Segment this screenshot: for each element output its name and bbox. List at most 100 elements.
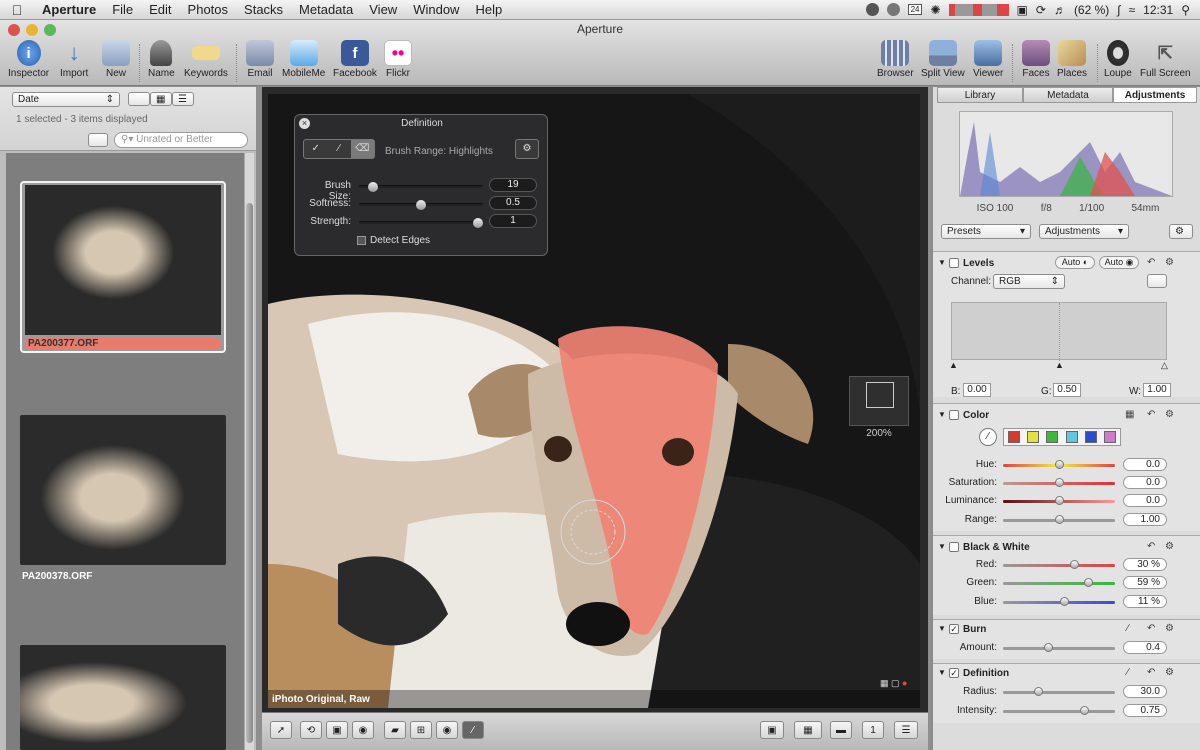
- slider-knob[interactable]: [1054, 496, 1064, 505]
- red-field[interactable]: 30 %: [1123, 558, 1167, 571]
- red-slider[interactable]: [1003, 560, 1115, 569]
- saturation-slider[interactable]: [1003, 478, 1115, 487]
- filmstrip-view-button[interactable]: [128, 92, 150, 106]
- slider-knob[interactable]: [1044, 643, 1054, 652]
- reset-icon[interactable]: ↶: [1147, 409, 1155, 420]
- menu-stacks[interactable]: Stacks: [236, 2, 291, 17]
- saturation-field[interactable]: 0.0: [1123, 476, 1167, 489]
- luminance-field[interactable]: 0.0: [1123, 494, 1167, 507]
- thumbnail-selected[interactable]: PA200377.ORF: [20, 181, 226, 353]
- green-field[interactable]: 59 %: [1123, 576, 1167, 589]
- facebook-button[interactable]: f Facebook: [333, 40, 377, 79]
- faces-button[interactable]: Faces: [1022, 40, 1050, 79]
- red-eye-icon[interactable]: ◉: [436, 721, 458, 739]
- reset-icon[interactable]: ↶: [1147, 541, 1155, 552]
- viewer-button[interactable]: Viewer: [973, 40, 1003, 79]
- stamp-icon[interactable]: ▣: [326, 721, 348, 739]
- selection-arrow-icon[interactable]: ➚: [270, 721, 292, 739]
- white-point-handle[interactable]: △: [1161, 360, 1168, 371]
- levels-checkbox[interactable]: [949, 258, 959, 268]
- search-input[interactable]: ⚲▾ Unrated or Better: [114, 132, 248, 148]
- name-button[interactable]: Name: [148, 40, 175, 79]
- intensity-slider[interactable]: [1003, 706, 1115, 715]
- color-checkbox[interactable]: [949, 410, 959, 420]
- rotate-icon[interactable]: ⟲: [300, 721, 322, 739]
- thumbnail[interactable]: [20, 415, 226, 565]
- strength-field[interactable]: 1: [489, 214, 537, 228]
- scrollbar[interactable]: [244, 153, 254, 750]
- blue-slider[interactable]: [1003, 597, 1115, 606]
- menu-app-name[interactable]: Aperture: [34, 2, 104, 17]
- menu-view[interactable]: View: [361, 2, 405, 17]
- burn-checkbox[interactable]: ✓: [949, 624, 959, 634]
- browser-button[interactable]: Browser: [877, 40, 914, 79]
- list-view-icon[interactable]: ☰: [172, 92, 194, 106]
- disclosure-triangle-icon[interactable]: ▼: [938, 542, 946, 551]
- mobileme-button[interactable]: MobileMe: [282, 40, 325, 79]
- auto-levels-luminance-button[interactable]: Auto ◐: [1055, 256, 1095, 269]
- clock[interactable]: 12:31: [1143, 3, 1173, 17]
- green-swatch[interactable]: [1046, 431, 1059, 443]
- brush-size-field[interactable]: 19: [489, 178, 537, 192]
- gear-icon[interactable]: ⚙: [1165, 623, 1174, 634]
- filmstrip-toggle-icon[interactable]: ☰: [894, 721, 918, 739]
- apple-menu-icon[interactable]: : [0, 2, 34, 18]
- strength-slider[interactable]: [359, 218, 483, 228]
- spotlight-search-icon[interactable]: ⚲: [1181, 3, 1190, 17]
- intensity-field[interactable]: 0.75: [1123, 704, 1167, 717]
- menu-metadata[interactable]: Metadata: [291, 2, 361, 17]
- brush-icon[interactable]: ✓: [304, 140, 327, 158]
- menu-edit[interactable]: Edit: [141, 2, 179, 17]
- slider-knob[interactable]: [473, 218, 483, 228]
- flickr-button[interactable]: •• Flickr: [384, 40, 412, 79]
- gear-icon[interactable]: ⚙: [1165, 541, 1174, 552]
- eyedropper-icon[interactable]: ∕: [979, 428, 997, 446]
- cyan-swatch[interactable]: [1065, 431, 1078, 443]
- email-button[interactable]: Email: [246, 40, 274, 79]
- inspector-panel-icon[interactable]: ▣: [760, 721, 784, 739]
- w-field[interactable]: 1.00: [1143, 383, 1171, 397]
- luminance-slider[interactable]: [1003, 496, 1115, 505]
- grid-view-icon[interactable]: ▦: [150, 92, 172, 106]
- gear-icon[interactable]: ⚙: [1169, 224, 1193, 239]
- amount-field[interactable]: 0.4: [1123, 641, 1167, 654]
- brush-icon[interactable]: ∕: [1127, 623, 1129, 634]
- split-view-button[interactable]: Split View: [921, 40, 965, 79]
- menu-file[interactable]: File: [104, 2, 141, 17]
- slider-knob[interactable]: [1054, 478, 1064, 487]
- feather-brush-icon[interactable]: ∕: [327, 140, 350, 158]
- full-screen-button[interactable]: ⇱ Full Screen: [1140, 40, 1191, 80]
- black-white-checkbox[interactable]: [949, 542, 959, 552]
- gear-icon[interactable]: ⚙: [1165, 409, 1174, 420]
- disclosure-triangle-icon[interactable]: ▼: [938, 624, 946, 633]
- b-field[interactable]: 0.00: [963, 383, 991, 397]
- grid-icon[interactable]: ▦: [1125, 409, 1134, 420]
- new-button[interactable]: New: [102, 40, 130, 79]
- disclosure-triangle-icon[interactable]: ▼: [938, 258, 946, 267]
- menu-window[interactable]: Window: [405, 2, 467, 17]
- amount-slider[interactable]: [1003, 643, 1115, 652]
- menu-help[interactable]: Help: [467, 2, 510, 17]
- reset-icon[interactable]: ↶: [1147, 623, 1155, 634]
- one-up-icon[interactable]: 1: [862, 721, 884, 739]
- crop-icon[interactable]: ⊞: [410, 721, 432, 739]
- wifi-icon[interactable]: ≈: [1129, 3, 1136, 17]
- volume-icon[interactable]: ♬: [1054, 3, 1066, 17]
- slider-knob[interactable]: [1084, 578, 1094, 587]
- zoom-navigator[interactable]: [849, 376, 909, 426]
- inspector-button[interactable]: i Inspector: [8, 40, 49, 79]
- tab-library[interactable]: Library: [937, 87, 1023, 103]
- slider-knob[interactable]: [1054, 515, 1064, 524]
- brush-range-label[interactable]: Brush Range: Highlights: [385, 146, 493, 157]
- blue-field[interactable]: 11 %: [1123, 595, 1167, 608]
- softness-field[interactable]: 0.5: [489, 196, 537, 210]
- blue-swatch[interactable]: [1084, 431, 1097, 443]
- thumbnail[interactable]: [20, 645, 226, 750]
- reset-icon[interactable]: ↶: [1147, 667, 1155, 678]
- red-swatch[interactable]: [1007, 431, 1020, 443]
- calendar-icon[interactable]: 24: [907, 4, 923, 15]
- brush-size-slider[interactable]: [359, 182, 483, 192]
- presets-select[interactable]: Presets ▾: [941, 224, 1031, 239]
- keywords-button[interactable]: Keywords: [184, 40, 228, 79]
- softness-slider[interactable]: [359, 200, 483, 210]
